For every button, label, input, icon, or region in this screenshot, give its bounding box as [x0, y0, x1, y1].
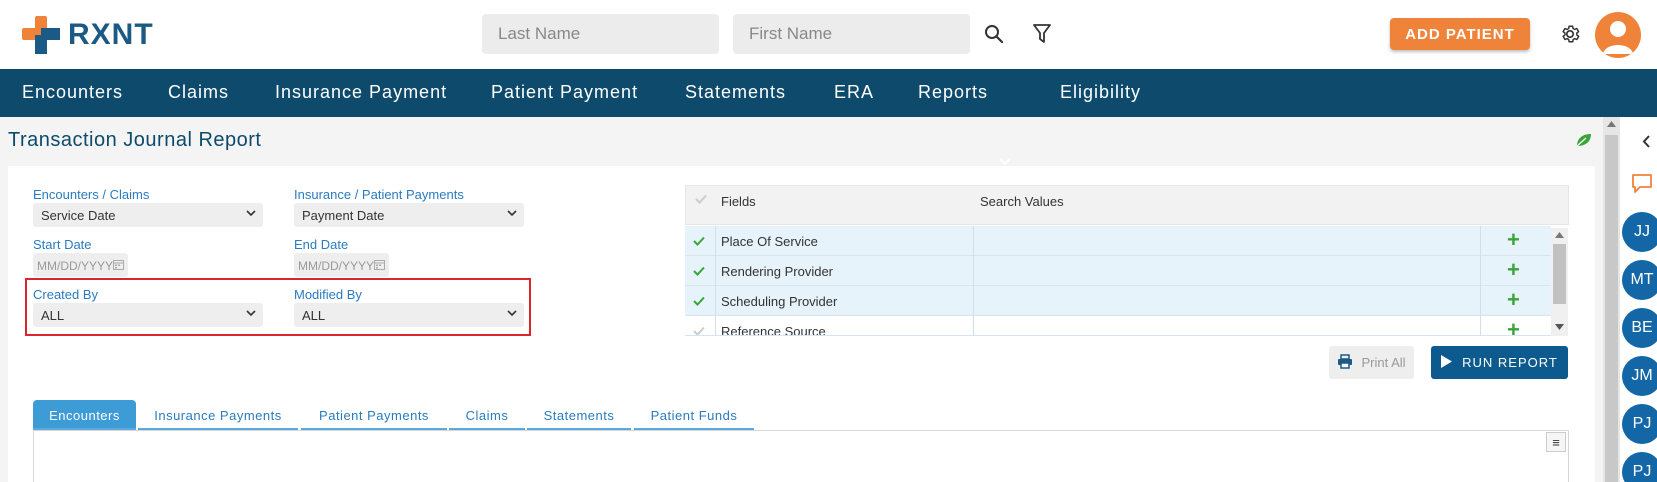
side-avatar[interactable]: MT [1622, 260, 1657, 300]
nav-insurance-payment[interactable]: Insurance Payment [275, 82, 447, 103]
search-icon[interactable] [982, 22, 1006, 46]
run-report-label: RUN REPORT [1462, 355, 1558, 370]
last-name-input[interactable] [482, 14, 719, 54]
add-field-plus-icon[interactable]: + [1507, 229, 1520, 251]
filter-icon[interactable] [1030, 22, 1054, 46]
tab-statements[interactable]: Statements [527, 400, 631, 430]
run-report-button[interactable]: RUN REPORT [1431, 346, 1568, 379]
side-avatar[interactable]: JM [1622, 356, 1657, 396]
nav-claims[interactable]: Claims [168, 82, 229, 103]
add-field-plus-icon[interactable]: + [1507, 289, 1520, 311]
results-grid [33, 430, 1569, 482]
encounters-claims-value: Service Date [41, 208, 116, 223]
search-values-column-header: Search Values [980, 194, 1064, 209]
calendar-icon[interactable] [374, 259, 385, 273]
nav-reports[interactable]: Reports [918, 82, 988, 103]
scroll-down-icon[interactable] [1555, 324, 1564, 330]
end-date-input[interactable]: MM/DD/YYYY [294, 253, 389, 277]
calendar-icon[interactable] [113, 259, 124, 273]
insurance-patient-payments-select[interactable]: Payment Date [294, 203, 524, 227]
insurance-patient-payments-label: Insurance / Patient Payments [294, 187, 464, 202]
field-name: Place Of Service [721, 234, 818, 249]
field-name: Rendering Provider [721, 264, 834, 279]
page-title: Transaction Journal Report [8, 129, 262, 151]
start-date-label: Start Date [33, 237, 92, 252]
chevron-down-icon [506, 207, 518, 222]
start-date-placeholder: MM/DD/YYYY [37, 259, 114, 273]
field-row[interactable]: Scheduling Provider + [685, 286, 1551, 316]
check-icon[interactable] [693, 293, 705, 311]
side-avatar[interactable]: PJ [1622, 404, 1657, 444]
highlight-box [25, 278, 531, 336]
tab-insurance-payments[interactable]: Insurance Payments [138, 400, 298, 430]
page-scroll-thumb[interactable] [1605, 135, 1618, 482]
fields-scrollbar[interactable] [1551, 228, 1568, 336]
add-field-plus-icon[interactable]: + [1507, 319, 1520, 336]
chat-icon[interactable] [1629, 172, 1655, 196]
insurance-patient-payments-value: Payment Date [302, 208, 385, 223]
encounters-claims-select[interactable]: Service Date [33, 203, 263, 227]
leaf-icon[interactable] [1575, 132, 1593, 153]
add-patient-button[interactable]: ADD PATIENT [1390, 18, 1530, 50]
encounters-claims-label: Encounters / Claims [33, 187, 150, 202]
tab-claims[interactable]: Claims [449, 400, 525, 430]
fields-scroll-thumb[interactable] [1553, 244, 1566, 304]
end-date-placeholder: MM/DD/YYYY [298, 259, 375, 273]
nav-statements[interactable]: Statements [685, 82, 786, 103]
fields-table-header: Fields Search Values [685, 185, 1569, 225]
chevron-left-icon[interactable] [1638, 133, 1654, 149]
check-icon[interactable] [693, 263, 705, 281]
tab-patient-funds[interactable]: Patient Funds [634, 400, 754, 430]
logo-text: RXNT [68, 18, 154, 51]
tab-patient-payments[interactable]: Patient Payments [301, 400, 447, 430]
cross-logo-icon [22, 16, 62, 54]
select-all-check-icon[interactable] [695, 192, 707, 207]
field-row[interactable]: Place Of Service + [685, 226, 1551, 256]
nav-era[interactable]: ERA [834, 82, 874, 103]
add-field-plus-icon[interactable]: + [1507, 259, 1520, 281]
printer-icon [1337, 353, 1353, 372]
check-icon[interactable] [693, 233, 705, 251]
field-row[interactable]: Reference Source + [685, 316, 1551, 336]
side-avatar[interactable]: JJ [1622, 212, 1657, 252]
scroll-up-icon[interactable] [1555, 232, 1564, 238]
scroll-up-icon[interactable] [1607, 121, 1616, 127]
main-nav: Encounters Claims Insurance Payment Pati… [0, 69, 1657, 166]
chevron-down-icon [245, 207, 257, 222]
field-row[interactable]: Rendering Provider + [685, 256, 1551, 286]
field-name: Scheduling Provider [721, 294, 838, 309]
field-name: Reference Source [721, 324, 826, 336]
fields-column-header: Fields [721, 194, 756, 209]
rxnt-logo[interactable]: RXNT [22, 16, 154, 54]
play-icon [1441, 354, 1453, 371]
print-all-button[interactable]: Print All [1329, 346, 1414, 379]
side-avatar[interactable]: PJ [1622, 452, 1657, 482]
top-header: RXNT ADD PATIENT [0, 0, 1657, 69]
check-icon[interactable] [693, 323, 705, 335]
end-date-label: End Date [294, 237, 349, 252]
nav-patient-payment[interactable]: Patient Payment [491, 82, 638, 103]
user-avatar[interactable] [1595, 12, 1641, 58]
first-name-input[interactable] [733, 14, 970, 54]
nav-encounters[interactable]: Encounters [22, 82, 123, 103]
gear-icon[interactable] [1557, 21, 1583, 47]
print-all-label: Print All [1361, 355, 1406, 370]
start-date-input[interactable]: MM/DD/YYYY [33, 253, 128, 277]
column-menu-icon[interactable]: ≡ [1546, 432, 1566, 452]
nav-eligibility[interactable]: Eligibility [1060, 82, 1141, 103]
tab-encounters[interactable]: Encounters [33, 400, 136, 430]
side-avatar[interactable]: BE [1622, 308, 1657, 348]
page-scrollbar[interactable] [1603, 117, 1620, 482]
